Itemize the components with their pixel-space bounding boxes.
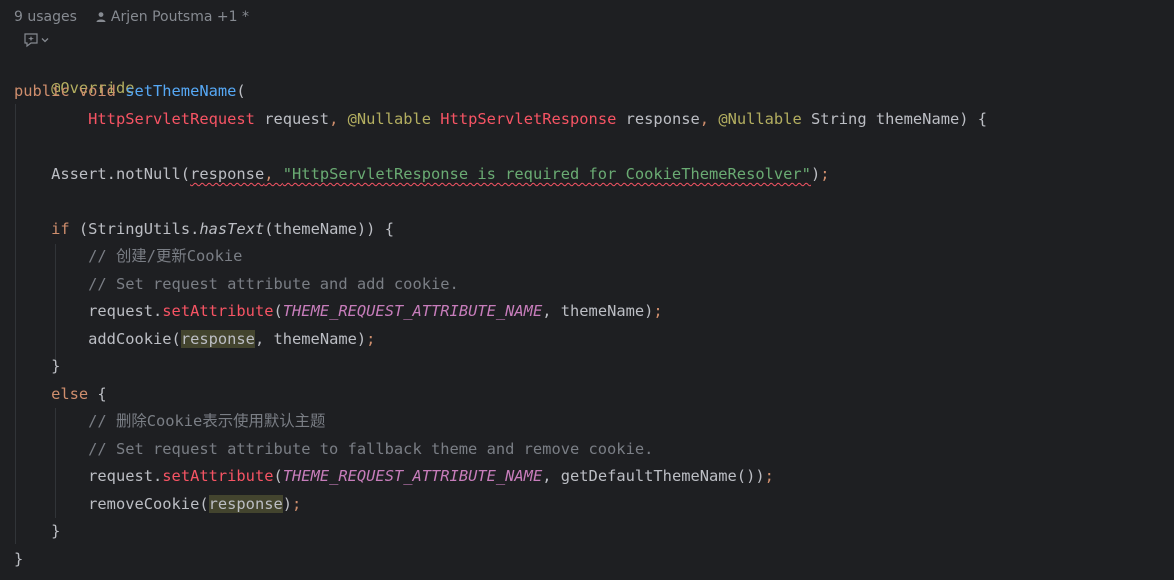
code-line: Assert.notNull(response, "HttpServletRes…	[14, 162, 830, 186]
code-text: }	[14, 550, 24, 568]
code-line: else {	[14, 382, 107, 406]
sparkle-icon	[24, 33, 38, 48]
type-name[interactable]: HttpServletRequest	[88, 110, 255, 128]
punctuation: ,	[699, 110, 719, 128]
code-text: removeCookie(	[88, 495, 209, 513]
chevron-down-icon	[41, 38, 49, 43]
usages-link[interactable]: 9 usages	[14, 9, 77, 25]
code-text: }	[51, 522, 61, 540]
code-line: if (StringUtils.hasText(themeName)) {	[14, 217, 394, 241]
annotation: @Nullable	[347, 110, 441, 128]
method-call[interactable]: hasText	[199, 220, 264, 238]
code-text: Assert.notNull(	[51, 165, 191, 183]
code-text: String themeName) {	[810, 110, 988, 128]
highlighted-usage[interactable]: response	[208, 495, 283, 513]
code-line: }	[14, 519, 60, 543]
highlighted-usage[interactable]: response	[180, 330, 255, 348]
comment: // Set request attribute to fallback the…	[88, 440, 654, 458]
comment: // 删除Cookie表示使用默认主题	[88, 412, 326, 430]
code-text: addCookie(	[88, 330, 181, 348]
code-text: (	[236, 82, 246, 100]
keyword: else	[51, 385, 89, 403]
code-line: @Override	[14, 52, 134, 97]
code-line: // 创建/更新Cookie	[14, 244, 242, 268]
code-line: // Set request attribute and add cookie.	[14, 272, 459, 296]
constant[interactable]: THEME_REQUEST_ATTRIBUTE_NAME	[283, 467, 542, 485]
method-name[interactable]: setThemeName	[125, 82, 236, 100]
code-text: )	[282, 495, 293, 513]
code-line: }	[14, 547, 23, 571]
code-text: , themeName)	[542, 302, 654, 320]
keyword: if	[51, 220, 70, 238]
inlay-hints: 9 usages Arjen Poutsma +1 *	[14, 9, 249, 25]
method-call[interactable]: setAttribute	[162, 302, 273, 320]
constant[interactable]: THEME_REQUEST_ATTRIBUTE_NAME	[283, 302, 542, 320]
code-text: request.	[88, 467, 163, 485]
code-line: request.setAttribute(THEME_REQUEST_ATTRI…	[14, 299, 663, 323]
punctuation: ;	[820, 165, 830, 183]
code-text: (	[273, 302, 283, 320]
annotation: @Nullable	[718, 110, 811, 128]
code-text: , themeName)	[254, 330, 367, 348]
code-text: )	[810, 165, 821, 183]
string-literal: "HttpServletResponse is required for Coo…	[282, 165, 811, 183]
code-line: request.setAttribute(THEME_REQUEST_ATTRI…	[14, 464, 774, 488]
code-line: }	[14, 354, 60, 378]
code-text: request	[254, 110, 330, 128]
code-text: (StringUtils.	[69, 220, 200, 238]
code-text: (	[273, 467, 283, 485]
punctuation: ;	[764, 467, 774, 485]
code-text: request.	[88, 302, 163, 320]
comment: // Set request attribute and add cookie.	[88, 275, 459, 293]
punctuation: ;	[292, 495, 302, 513]
code-text: (themeName)) {	[264, 220, 394, 238]
code-text: , getDefaultThemeName())	[542, 467, 765, 485]
ai-actions-icon[interactable]	[22, 32, 50, 48]
code-line: removeCookie(response);	[14, 492, 301, 516]
comment: // 创建/更新Cookie	[88, 247, 243, 265]
code-line: HttpServletRequest request, @Nullable Ht…	[14, 107, 987, 131]
method-call[interactable]: setAttribute	[162, 467, 273, 485]
code-text: {	[88, 385, 107, 403]
code-text: }	[51, 357, 61, 375]
code-line: // Set request attribute to fallback the…	[14, 437, 653, 461]
punctuation: ;	[366, 330, 376, 348]
type-name[interactable]: HttpServletResponse	[440, 110, 616, 128]
code-line: addCookie(response, themeName);	[14, 327, 375, 351]
code-text: response	[616, 110, 700, 128]
code-text: response	[190, 165, 265, 183]
punctuation: ,	[329, 110, 348, 128]
punctuation: ;	[653, 302, 663, 320]
author-link[interactable]: Arjen Poutsma +1 *	[111, 9, 249, 25]
error-highlight[interactable]: response, "HttpServletResponse is requir…	[190, 165, 811, 183]
person-icon	[95, 11, 107, 23]
code-editor[interactable]: 9 usages Arjen Poutsma +1 * @Override pu…	[0, 0, 1174, 580]
punctuation: ,	[264, 165, 283, 183]
code-line: // 删除Cookie表示使用默认主题	[14, 409, 325, 433]
keyword: public void	[14, 82, 126, 100]
code-line: public void setThemeName(	[14, 79, 246, 103]
